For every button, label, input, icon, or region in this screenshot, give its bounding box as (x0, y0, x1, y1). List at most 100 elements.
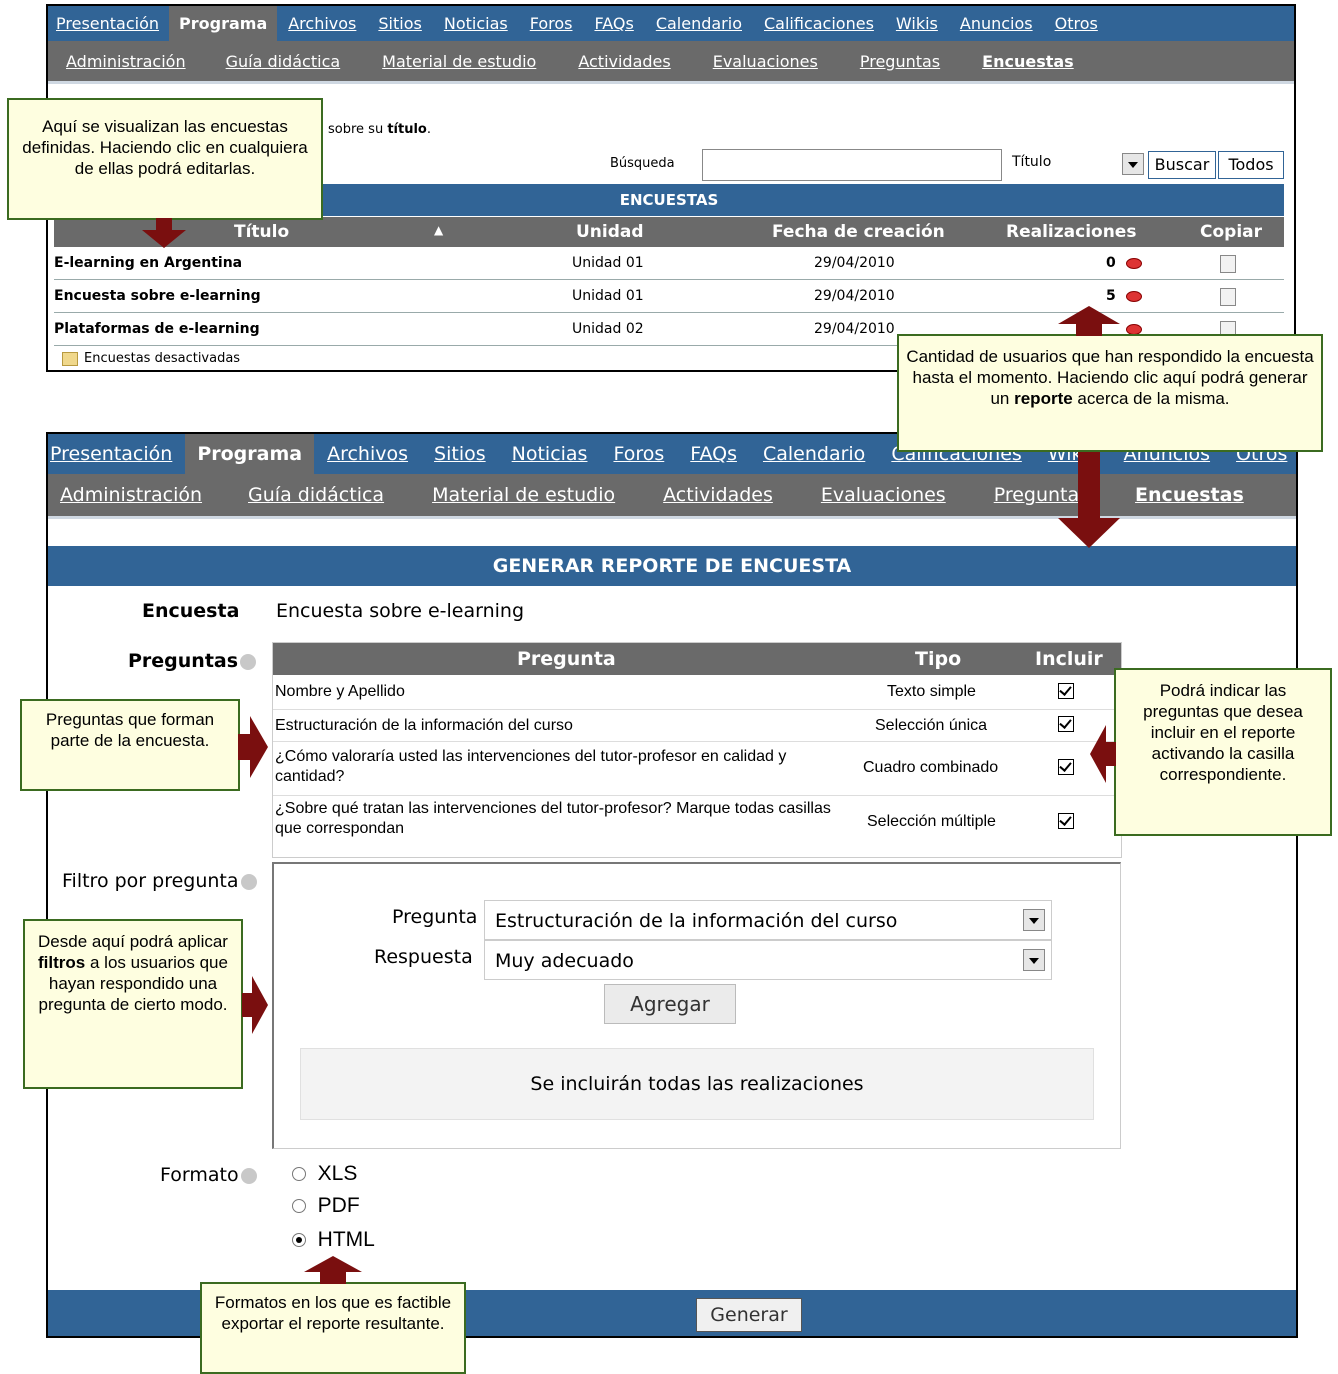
callout-incluir: Podrá indicar las preguntas que desea in… (1114, 668, 1332, 836)
help-icon[interactable] (240, 653, 257, 670)
row-title[interactable]: E-learning en Argentina (54, 255, 242, 271)
row-unit: Unidad 01 (572, 288, 644, 304)
question-row: Nombre y Apellido Texto simple (273, 675, 1121, 710)
arrow-down-icon (1058, 452, 1120, 548)
subnav-material[interactable]: Material de estudio (382, 52, 536, 71)
intro-text: sobre su título. (328, 122, 431, 137)
callout-preguntas: Preguntas que forman parte de la encuest… (20, 699, 240, 791)
sort-up-icon[interactable]: ▲ (434, 223, 443, 237)
include-checkbox[interactable] (1058, 759, 1074, 775)
nav-calendario[interactable]: Calendario (750, 443, 878, 465)
filtro-respuesta-label: Respuesta (374, 946, 473, 968)
nav-presentacion[interactable]: Presentación (48, 14, 169, 33)
nav-sitios[interactable]: Sitios (367, 14, 432, 33)
col-realizaciones: Realizaciones (1006, 222, 1137, 242)
subnav-guia[interactable]: Guía didáctica (248, 484, 384, 506)
nav-foros[interactable]: Foros (600, 443, 677, 465)
help-icon[interactable] (240, 1167, 257, 1184)
nav-archivos[interactable]: Archivos (277, 14, 367, 33)
arrow-right-icon (242, 976, 268, 1034)
table-row[interactable]: E-learning en Argentina Unidad 01 29/04/… (54, 247, 1284, 280)
nav-foros[interactable]: Foros (519, 14, 584, 33)
chevron-down-icon[interactable] (1023, 909, 1045, 931)
subnav-administracion[interactable]: Administración (60, 484, 202, 506)
arrow-down-icon (142, 218, 186, 248)
row-unit: Unidad 02 (572, 321, 644, 337)
col-titulo[interactable]: Título (234, 222, 289, 242)
include-checkbox[interactable] (1058, 813, 1074, 829)
copy-icon[interactable] (1220, 288, 1236, 306)
page-title: GENERAR REPORTE DE ENCUESTA (48, 546, 1296, 586)
filter-info: Se incluirán todas las realizaciones (300, 1048, 1094, 1120)
format-option-html[interactable]: HTML (292, 1228, 375, 1252)
format-option-pdf[interactable]: PDF (292, 1194, 360, 1218)
formato-label: Formato (160, 1164, 257, 1186)
radio-html[interactable] (292, 1233, 306, 1248)
nav-archivos[interactable]: Archivos (314, 443, 421, 465)
subnav-evaluaciones[interactable]: Evaluaciones (821, 484, 946, 506)
format-option-xls[interactable]: XLS (292, 1162, 357, 1186)
nav-programa[interactable]: Programa (185, 434, 315, 474)
encuesta-label: Encuesta (142, 600, 240, 622)
filtro-label: Filtro por pregunta (62, 870, 257, 892)
nav-calificaciones[interactable]: Calificaciones (753, 14, 885, 33)
generate-button[interactable]: Generar (696, 1298, 802, 1332)
nav-noticias[interactable]: Noticias (433, 14, 519, 33)
search-button[interactable]: Buscar (1148, 151, 1216, 179)
subnav-administracion[interactable]: Administración (66, 52, 186, 71)
report-icon[interactable] (1126, 258, 1142, 269)
chevron-down-icon[interactable] (1023, 949, 1045, 971)
row-count[interactable]: 0 (1106, 255, 1116, 271)
questions-header: Pregunta Tipo Incluir (273, 643, 1121, 675)
row-date: 29/04/2010 (814, 288, 895, 304)
encuesta-value: Encuesta sobre e-learning (276, 600, 525, 622)
arrow-up-icon (304, 1256, 362, 1284)
subnav-evaluaciones[interactable]: Evaluaciones (713, 52, 818, 71)
search-field-select[interactable]: Título (1002, 149, 1144, 179)
filtro-pregunta-label: Pregunta (392, 906, 478, 928)
nav-sitios[interactable]: Sitios (421, 443, 499, 465)
arrow-left-icon (1090, 725, 1116, 783)
subnav-guia[interactable]: Guía didáctica (226, 52, 341, 71)
nav-calendario[interactable]: Calendario (645, 14, 753, 33)
answer-select[interactable]: Muy adecuado (484, 940, 1052, 980)
nav-programa[interactable]: Programa (169, 6, 278, 41)
nav-wikis[interactable]: Wikis (885, 14, 949, 33)
radio-pdf[interactable] (292, 1199, 306, 1214)
nav-anuncios[interactable]: Anuncios (949, 14, 1044, 33)
sub-nav: Administración Guía didáctica Material d… (48, 41, 1294, 84)
subnav-actividades[interactable]: Actividades (578, 52, 670, 71)
row-title[interactable]: Encuesta sobre e-learning (54, 288, 261, 304)
all-button[interactable]: Todos (1218, 151, 1284, 179)
include-checkbox[interactable] (1058, 683, 1074, 699)
report-icon[interactable] (1126, 291, 1142, 302)
subnav-encuestas[interactable]: Encuestas (1135, 484, 1244, 506)
subnav-preguntas[interactable]: Preguntas (860, 52, 940, 71)
nav-presentacion[interactable]: Presentación (48, 443, 185, 465)
question-select[interactable]: Estructuración de la información del cur… (484, 900, 1052, 940)
row-title[interactable]: Plataformas de e-learning (54, 321, 260, 337)
nav-faqs[interactable]: FAQs (583, 14, 644, 33)
add-filter-button[interactable]: Agregar (604, 984, 736, 1024)
col-unidad: Unidad (576, 222, 644, 242)
nav-faqs[interactable]: FAQs (677, 443, 750, 465)
row-unit: Unidad 01 (572, 255, 644, 271)
chevron-down-icon[interactable] (1122, 153, 1144, 175)
search-input[interactable] (702, 149, 1002, 181)
question-row: ¿Cómo valoraría usted las intervenciones… (273, 741, 1121, 796)
row-count[interactable]: 5 (1106, 288, 1116, 304)
subnav-actividades[interactable]: Actividades (663, 484, 773, 506)
subnav-encuestas[interactable]: Encuestas (982, 52, 1074, 71)
copy-icon[interactable] (1220, 255, 1236, 273)
callout-formatos: Formatos en los que es factible exportar… (200, 1282, 466, 1374)
include-checkbox[interactable] (1058, 716, 1074, 732)
row-date: 29/04/2010 (814, 321, 895, 337)
nav-noticias[interactable]: Noticias (499, 443, 601, 465)
preguntas-label: Preguntas (128, 650, 257, 672)
radio-xls[interactable] (292, 1167, 306, 1182)
subnav-material[interactable]: Material de estudio (432, 484, 615, 506)
callout-realizaciones: Cantidad de usuarios que han respondido … (897, 334, 1323, 452)
nav-otros[interactable]: Otros (1044, 14, 1109, 33)
search-label: Búsqueda (610, 156, 675, 171)
help-icon[interactable] (240, 873, 257, 890)
